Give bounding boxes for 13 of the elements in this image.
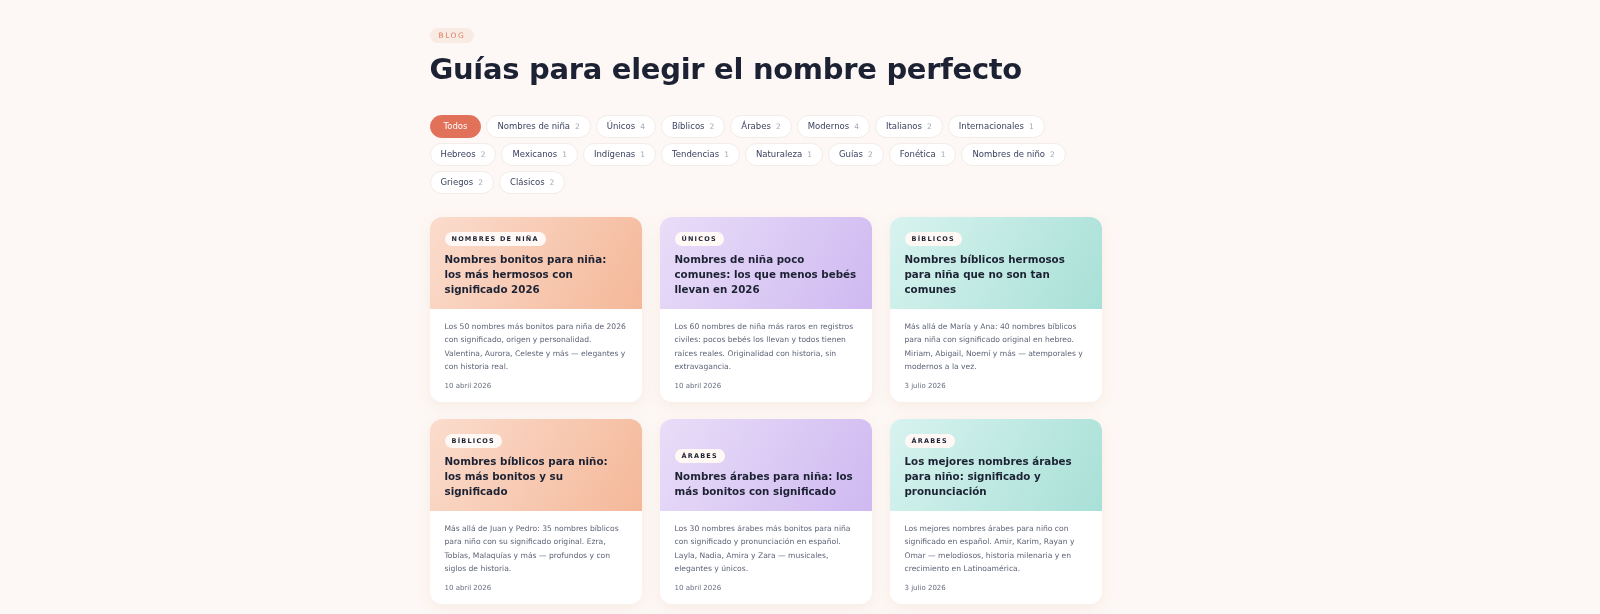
post-title: Nombres árabes para niña: los más bonitos con significado [674,468,854,499]
post-title: Nombres bíblicos hermosos para niña que no son tan comunes [904,251,1066,297]
post-card[interactable] [659,216,872,402]
post-card[interactable] [429,418,642,604]
post-card[interactable] [889,216,1102,402]
post-title: Nombres bonitos para niña: los más hermosos con significado 2026 [444,251,608,297]
post-card[interactable] [429,216,642,402]
post-title: Los mejores nombres árabes para niño: significado y pronunciación [904,453,1073,499]
post-title: Nombres bíblicos para niño: los más bonitos y su significado [444,453,609,499]
post-card[interactable] [889,418,1102,604]
post-card[interactable] [659,418,872,604]
page-title: Guías para elegir el nombre perfecto [429,52,1023,87]
post-title: Nombres de niña poco comunes: los que menos bebés llevan en 2026 [674,251,857,297]
